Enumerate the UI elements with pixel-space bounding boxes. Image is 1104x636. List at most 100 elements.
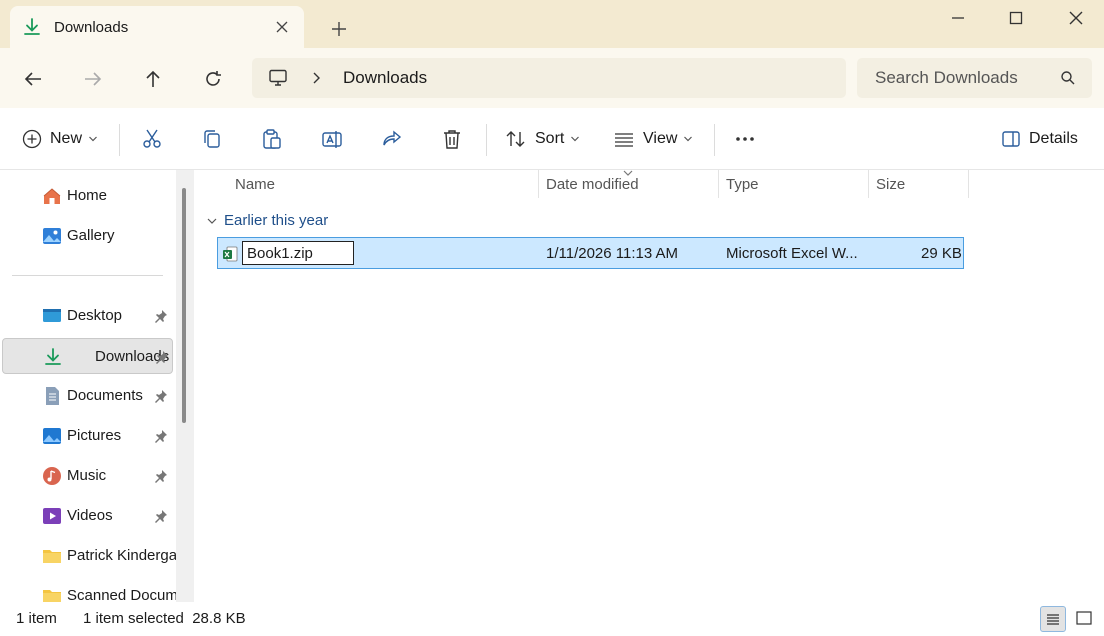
sidebar-item-pictures[interactable]: Pictures — [2, 418, 173, 454]
divider — [119, 124, 120, 156]
share-icon — [381, 128, 403, 150]
chevron-right-icon[interactable] — [310, 70, 322, 86]
close-window-icon[interactable] — [1066, 8, 1086, 28]
minimize-icon[interactable] — [948, 8, 968, 28]
delete-button[interactable] — [441, 128, 463, 150]
pin-icon — [155, 350, 169, 364]
sidebar-item-gallery[interactable]: Gallery — [2, 218, 173, 254]
sidebar-item-label: Gallery — [67, 227, 115, 244]
file-type: Microsoft Excel W... — [726, 245, 858, 262]
view-label: View — [643, 130, 678, 147]
sidebar-item-label: Scanned Documents — [67, 587, 176, 602]
navigation-pane: Home Gallery Desktop Downloads Documents — [0, 170, 176, 602]
documents-icon — [42, 386, 62, 406]
table-row[interactable]: 1/11/2026 11:13 AM Microsoft Excel W... … — [217, 237, 964, 269]
sort-arrows-icon — [505, 128, 527, 150]
search-icon — [1060, 70, 1076, 86]
pin-icon — [154, 509, 168, 523]
scissors-icon — [141, 128, 163, 150]
paste-icon — [261, 128, 283, 150]
column-divider[interactable] — [968, 170, 969, 198]
forward-arrow-icon[interactable] — [82, 68, 104, 90]
more-dots-icon — [734, 128, 756, 150]
sidebar-item-patrick-kindergarten[interactable]: Patrick Kindergarten — [2, 538, 176, 574]
pin-icon — [154, 429, 168, 443]
new-button[interactable]: New — [22, 128, 98, 150]
sidebar-item-label: Music — [67, 467, 107, 484]
folder-icon — [42, 586, 62, 602]
divider — [12, 275, 163, 276]
view-button[interactable]: View — [613, 128, 693, 150]
sidebar-item-label: Videos — [67, 507, 113, 524]
search-input[interactable]: Search Downloads — [875, 68, 1018, 88]
command-bar: New Sort View Details — [0, 108, 1104, 170]
sort-button[interactable]: Sort — [505, 128, 580, 150]
address-bar[interactable]: Downloads — [252, 58, 846, 98]
details-view-toggle[interactable] — [1040, 606, 1066, 632]
pin-icon — [154, 469, 168, 483]
sidebar-item-music[interactable]: Music — [2, 458, 173, 494]
status-bar: 1 item 1 item selected 28.8 KB — [0, 602, 1104, 636]
more-options-button[interactable] — [734, 128, 756, 150]
maximize-icon[interactable] — [1006, 8, 1026, 28]
copy-icon — [201, 128, 223, 150]
column-divider[interactable] — [868, 170, 869, 198]
sidebar-item-label: Desktop — [67, 307, 123, 324]
back-arrow-icon[interactable] — [22, 68, 44, 90]
trash-icon — [441, 128, 463, 150]
paste-button[interactable] — [261, 128, 283, 150]
chevron-down-icon — [570, 135, 580, 143]
selection-info: 1 item selected 28.8 KB — [83, 610, 246, 627]
sidebar-item-videos[interactable]: Videos — [2, 498, 173, 534]
breadcrumb-downloads[interactable]: Downloads — [343, 68, 427, 88]
close-tab-icon[interactable] — [274, 19, 290, 35]
sidebar-item-scanned-documents[interactable]: Scanned Documents — [2, 578, 176, 602]
title-bar: Downloads — [0, 0, 1104, 48]
column-header-type[interactable]: Type — [726, 176, 759, 193]
new-tab-icon[interactable] — [330, 20, 348, 38]
chevron-down-icon[interactable] — [206, 216, 218, 226]
sidebar-item-downloads[interactable]: Downloads — [2, 338, 173, 374]
search-box[interactable]: Search Downloads — [857, 58, 1092, 98]
chevron-down-icon — [88, 135, 98, 143]
share-button[interactable] — [381, 128, 403, 150]
rename-input[interactable] — [242, 241, 354, 265]
column-divider[interactable] — [538, 170, 539, 198]
item-count: 1 item — [16, 610, 57, 627]
sidebar-item-documents[interactable]: Documents — [2, 378, 173, 414]
scrollbar-thumb[interactable] — [182, 188, 186, 423]
this-pc-icon — [268, 69, 288, 87]
group-label: Earlier this year — [224, 212, 329, 229]
file-date: 1/11/2026 11:13 AM — [546, 245, 679, 262]
download-icon — [43, 347, 63, 367]
list-view-icon — [613, 128, 635, 150]
new-label: New — [50, 130, 83, 147]
column-header-date[interactable]: Date modified — [546, 176, 639, 193]
pin-icon — [154, 309, 168, 323]
group-header[interactable]: Earlier this year — [206, 212, 328, 229]
music-icon — [42, 466, 62, 486]
pictures-icon — [42, 426, 62, 446]
sidebar-item-label: Documents — [67, 387, 143, 404]
refresh-icon[interactable] — [202, 68, 224, 90]
tab-downloads[interactable]: Downloads — [10, 6, 304, 48]
sidebar-item-desktop[interactable]: Desktop — [2, 298, 173, 334]
column-header-name[interactable]: Name — [235, 176, 275, 193]
navigation-bar: Downloads Search Downloads — [0, 48, 1104, 108]
column-divider[interactable] — [718, 170, 719, 198]
details-button[interactable]: Details — [1001, 128, 1078, 150]
column-header-size[interactable]: Size — [876, 176, 905, 193]
rename-button[interactable] — [321, 128, 343, 150]
sidebar-item-label: Pictures — [67, 427, 122, 444]
cut-button[interactable] — [141, 128, 163, 150]
tiles-view-toggle[interactable] — [1072, 606, 1098, 632]
file-size: 29 KB — [921, 245, 962, 262]
copy-button[interactable] — [201, 128, 223, 150]
download-icon — [22, 17, 42, 37]
sort-label: Sort — [535, 130, 565, 147]
chevron-down-icon — [683, 135, 693, 143]
sidebar-scrollbar[interactable] — [176, 170, 194, 602]
sidebar-item-home[interactable]: Home — [2, 178, 173, 214]
videos-icon — [42, 506, 62, 526]
up-arrow-icon[interactable] — [142, 68, 164, 90]
